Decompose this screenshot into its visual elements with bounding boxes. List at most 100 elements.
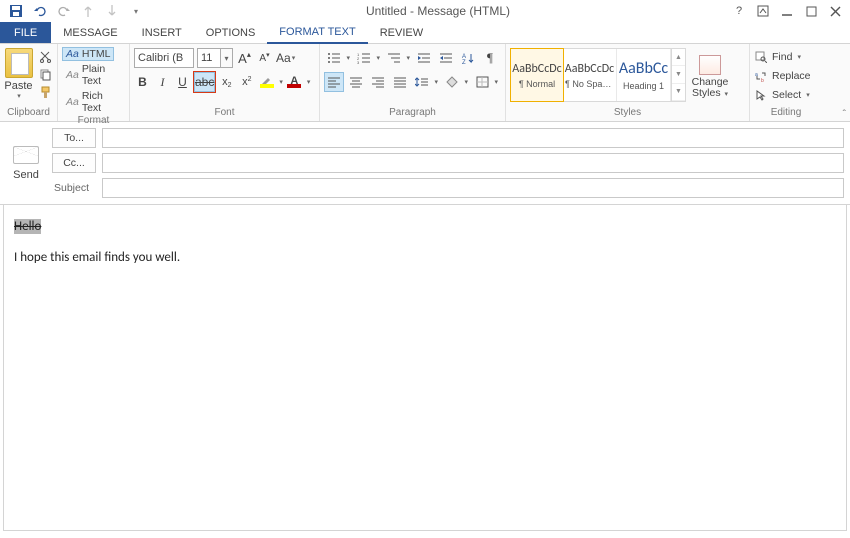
window-title: Untitled - Message (HTML) bbox=[144, 4, 732, 18]
select-button[interactable]: Select ▾ bbox=[754, 86, 810, 103]
replace-button[interactable]: ab Replace bbox=[754, 67, 811, 84]
ribbon-display-icon[interactable] bbox=[756, 4, 770, 18]
redo-icon[interactable] bbox=[56, 3, 72, 19]
italic-button[interactable]: I bbox=[154, 72, 171, 92]
align-right-button[interactable] bbox=[368, 72, 388, 92]
subscript-button[interactable]: x2 bbox=[218, 72, 235, 92]
svg-text:b: b bbox=[761, 78, 764, 82]
help-icon[interactable]: ? bbox=[732, 4, 746, 18]
to-field[interactable] bbox=[102, 128, 844, 148]
group-label-paragraph: Paragraph bbox=[324, 107, 501, 121]
style-preview-text: AaBbCc bbox=[619, 59, 668, 78]
subject-field[interactable] bbox=[102, 178, 844, 198]
format-html-button[interactable]: AaHTML bbox=[62, 47, 114, 61]
send-button[interactable]: Send bbox=[0, 122, 52, 204]
cc-button[interactable]: Cc... bbox=[52, 153, 96, 173]
highlight-color-button[interactable] bbox=[258, 72, 275, 92]
next-item-icon[interactable] bbox=[104, 3, 120, 19]
group-styles: AaBbCcDc ¶ Normal AaBbCcDc ¶ No Spac... … bbox=[506, 44, 750, 121]
find-dropdown-icon[interactable]: ▾ bbox=[797, 53, 801, 61]
format-html-label: HTML bbox=[82, 48, 111, 60]
change-styles-label: Change Styles bbox=[692, 76, 729, 99]
message-body[interactable]: Hello I hope this email finds you well. bbox=[3, 205, 847, 531]
bullets-button[interactable] bbox=[324, 48, 344, 68]
align-center-button[interactable] bbox=[346, 72, 366, 92]
previous-item-icon[interactable] bbox=[80, 3, 96, 19]
close-icon[interactable] bbox=[828, 4, 842, 18]
style-heading-1[interactable]: AaBbCc Heading 1 bbox=[617, 49, 671, 101]
find-button[interactable]: Find ▾ bbox=[754, 48, 801, 65]
increase-indent-button[interactable] bbox=[436, 48, 456, 68]
borders-button[interactable] bbox=[472, 72, 492, 92]
format-painter-icon[interactable] bbox=[37, 85, 53, 100]
body-line-1[interactable]: Hello bbox=[14, 219, 41, 234]
line-spacing-button[interactable] bbox=[412, 72, 432, 92]
tab-format-text[interactable]: FORMAT TEXT bbox=[267, 22, 367, 44]
cut-icon[interactable] bbox=[37, 49, 53, 64]
superscript-button[interactable]: x2 bbox=[238, 72, 255, 92]
shading-button[interactable] bbox=[442, 72, 462, 92]
gallery-up-icon[interactable]: ▲ bbox=[672, 49, 685, 66]
cc-field[interactable] bbox=[102, 153, 844, 173]
change-case-button[interactable]: Aa▾ bbox=[276, 48, 295, 68]
minimize-icon[interactable] bbox=[780, 4, 794, 18]
grow-font-icon[interactable]: A▴ bbox=[236, 48, 253, 68]
paste-icon bbox=[5, 48, 33, 78]
message-header: Send To... Cc... Subject bbox=[0, 122, 850, 205]
font-size-dropdown-icon[interactable]: ▾ bbox=[220, 49, 232, 67]
tab-insert[interactable]: INSERT bbox=[130, 22, 194, 43]
shrink-font-icon[interactable]: A▾ bbox=[256, 48, 273, 68]
font-color-dropdown-icon[interactable]: ▾ bbox=[307, 78, 311, 86]
gallery-more-icon[interactable]: ▼ bbox=[672, 84, 685, 101]
highlight-dropdown-icon[interactable]: ▾ bbox=[279, 78, 283, 86]
tab-review[interactable]: REVIEW bbox=[368, 22, 435, 43]
font-name-combo[interactable]: Calibri (B bbox=[134, 48, 194, 68]
undo-icon[interactable] bbox=[32, 3, 48, 19]
format-plaintext-button[interactable]: AaPlain Text bbox=[62, 62, 125, 88]
tab-message[interactable]: MESSAGE bbox=[51, 22, 129, 43]
multilevel-list-button[interactable] bbox=[384, 48, 404, 68]
send-label: Send bbox=[13, 169, 39, 181]
find-icon bbox=[754, 50, 768, 64]
paste-dropdown-icon[interactable]: ▾ bbox=[17, 92, 21, 100]
tab-options[interactable]: OPTIONS bbox=[194, 22, 268, 43]
select-dropdown-icon[interactable]: ▾ bbox=[806, 91, 810, 99]
copy-icon[interactable] bbox=[37, 67, 53, 82]
qat-customize-icon[interactable]: ▾ bbox=[128, 3, 144, 19]
format-plain-label: Plain Text bbox=[82, 63, 121, 87]
decrease-indent-button[interactable] bbox=[414, 48, 434, 68]
tab-file[interactable]: FILE bbox=[0, 22, 51, 43]
format-richtext-button[interactable]: AaRich Text bbox=[62, 89, 125, 115]
sort-button[interactable]: AZ bbox=[458, 48, 478, 68]
collapse-ribbon-icon[interactable]: ˆ bbox=[843, 109, 846, 120]
save-icon[interactable] bbox=[8, 3, 24, 19]
change-styles-button[interactable]: Change Styles ▾ bbox=[690, 48, 730, 107]
style-normal[interactable]: AaBbCcDc ¶ Normal bbox=[510, 48, 564, 102]
style-no-spacing[interactable]: AaBbCcDc ¶ No Spac... bbox=[563, 49, 617, 101]
window-controls: ? bbox=[732, 4, 846, 18]
align-justify-button[interactable] bbox=[390, 72, 410, 92]
paste-button[interactable]: Paste ▾ bbox=[4, 46, 33, 100]
group-editing: Find ▾ ab Replace Select ▾ Editing bbox=[750, 44, 822, 121]
select-label: Select bbox=[772, 89, 801, 101]
group-label-clipboard: Clipboard bbox=[4, 107, 53, 121]
font-size-combo[interactable]: 11 bbox=[198, 49, 220, 67]
format-rich-label: Rich Text bbox=[82, 90, 121, 114]
numbering-button[interactable]: 123 bbox=[354, 48, 374, 68]
maximize-icon[interactable] bbox=[804, 4, 818, 18]
show-marks-button[interactable]: ¶ bbox=[480, 48, 500, 68]
align-left-button[interactable] bbox=[324, 72, 344, 92]
strikethrough-button[interactable]: abc bbox=[194, 72, 215, 92]
bold-button[interactable]: B bbox=[134, 72, 151, 92]
group-format: AaHTML AaPlain Text AaRich Text Format bbox=[58, 44, 130, 121]
underline-button[interactable]: U bbox=[174, 72, 191, 92]
svg-text:Z: Z bbox=[462, 60, 466, 64]
body-line-2[interactable]: I hope this email finds you well. bbox=[14, 250, 836, 265]
group-font: Calibri (B 11 ▾ A▴ A▾ Aa▾ B I U abc x2 x… bbox=[130, 44, 320, 121]
to-button[interactable]: To... bbox=[52, 128, 96, 148]
font-color-button[interactable]: A bbox=[286, 72, 303, 92]
replace-icon: ab bbox=[754, 69, 768, 83]
group-label-styles: Styles bbox=[510, 107, 745, 121]
title-bar: ▾ Untitled - Message (HTML) ? bbox=[0, 0, 850, 22]
gallery-down-icon[interactable]: ▼ bbox=[672, 66, 685, 83]
